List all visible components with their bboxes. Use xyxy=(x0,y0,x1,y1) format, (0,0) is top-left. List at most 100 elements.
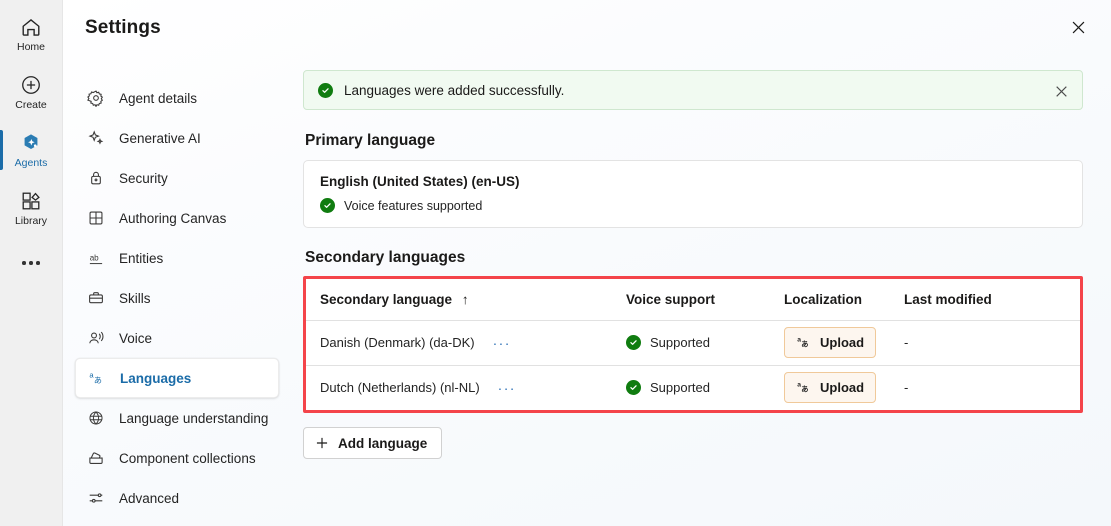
rail-item-library[interactable]: Library xyxy=(0,182,62,234)
voice-support-label: Supported xyxy=(650,335,710,350)
sidebar-item-security[interactable]: Security xyxy=(75,158,279,198)
upload-localization-button[interactable]: aあ Upload xyxy=(784,372,877,404)
sidebar-item-language-understanding[interactable]: Language understanding xyxy=(75,398,279,438)
settings-nav: Agent details Generative AI Security Aut… xyxy=(63,56,291,526)
language-name: Danish (Denmark) (da-DK) xyxy=(320,335,475,350)
sidebar-item-label: Language understanding xyxy=(119,410,269,426)
sidebar-item-label: Entities xyxy=(119,250,164,266)
globe-brain-icon xyxy=(87,409,105,427)
page-title: Settings xyxy=(85,17,161,38)
dot xyxy=(22,261,26,265)
agents-icon xyxy=(20,132,42,154)
sidebar-item-advanced[interactable]: Advanced xyxy=(75,478,279,518)
sidebar-item-label: Languages xyxy=(120,370,192,386)
plus-circle-icon xyxy=(20,74,42,96)
upload-localization-button[interactable]: aあ Upload xyxy=(784,327,877,358)
sidebar-item-label: Authoring Canvas xyxy=(119,210,227,226)
success-banner: Languages were added successfully. xyxy=(303,70,1083,110)
primary-voice-status-label: Voice features supported xyxy=(344,198,483,213)
cell-language: Dutch (Netherlands) (nl-NL) ··· xyxy=(306,365,612,410)
sidebar-item-agent-details[interactable]: Agent details xyxy=(75,78,279,118)
ab-icon: ab xyxy=(87,249,105,267)
sidebar-item-entities[interactable]: ab Entities xyxy=(75,238,279,278)
translate-icon: aあ xyxy=(796,379,812,397)
svg-text:あ: あ xyxy=(94,375,102,385)
table-row[interactable]: Danish (Denmark) (da-DK) ··· Supported a… xyxy=(306,320,1080,366)
svg-text:あ: あ xyxy=(801,384,808,393)
column-header-localization[interactable]: Localization xyxy=(770,279,890,321)
sidebar-item-label: Voice xyxy=(119,330,153,346)
add-language-button[interactable]: Add language xyxy=(303,427,443,459)
success-check-icon xyxy=(626,335,641,350)
row-more-actions-button[interactable]: ··· xyxy=(498,381,516,395)
sidebar-item-authoring-canvas[interactable]: Authoring Canvas xyxy=(75,198,279,238)
rail-item-agents[interactable]: Agents xyxy=(0,124,62,176)
sliders-icon xyxy=(87,489,105,507)
briefcase-icon xyxy=(87,289,105,307)
plus-icon xyxy=(316,437,328,449)
settings-panel: Settings Agent details Generative AI Sec… xyxy=(62,0,1111,526)
rail-item-create-label: Create xyxy=(15,98,47,111)
settings-content: Languages were added successfully. Prima… xyxy=(291,56,1111,526)
primary-language-heading: Primary language xyxy=(305,132,436,149)
lock-icon xyxy=(87,169,105,187)
dot xyxy=(36,261,40,265)
gear-icon xyxy=(87,89,105,107)
column-header-secondary-language[interactable]: Secondary language ↑ xyxy=(306,279,612,321)
last-modified-value: - xyxy=(904,335,909,350)
language-name: Dutch (Netherlands) (nl-NL) xyxy=(320,380,480,396)
table-header-row: Secondary language ↑ Voice support Local… xyxy=(306,279,1080,321)
sparkle-icon xyxy=(87,129,105,147)
dot xyxy=(29,261,33,265)
sidebar-item-label: Skills xyxy=(119,290,151,306)
settings-body: Agent details Generative AI Security Aut… xyxy=(63,56,1111,526)
cell-last-modified: - xyxy=(890,365,1080,410)
sort-ascending-icon: ↑ xyxy=(461,291,469,307)
library-icon xyxy=(20,190,42,212)
sidebar-item-generative-ai[interactable]: Generative AI xyxy=(75,118,279,158)
column-header-voice-support[interactable]: Voice support xyxy=(612,279,770,321)
success-check-icon xyxy=(320,198,335,213)
add-language-button-label: Add language xyxy=(338,435,428,451)
cell-localization: aあ Upload xyxy=(770,365,890,410)
sidebar-item-label: Generative AI xyxy=(119,130,201,146)
cell-voice-support: Supported xyxy=(612,365,770,410)
rail-overflow-button[interactable] xyxy=(0,246,62,280)
rail-item-agents-label: Agents xyxy=(14,156,48,169)
cell-voice-support: Supported xyxy=(612,320,770,366)
voice-icon xyxy=(87,329,105,347)
sidebar-item-label: Advanced xyxy=(119,490,180,506)
column-header-label: Secondary language xyxy=(320,291,453,307)
close-icon xyxy=(1055,85,1067,97)
close-settings-button[interactable] xyxy=(1061,10,1095,44)
cell-localization: aあ Upload xyxy=(770,320,890,366)
home-icon xyxy=(20,16,42,38)
upload-button-label: Upload xyxy=(820,380,865,396)
rail-item-home[interactable]: Home xyxy=(0,8,62,60)
rail-item-library-label: Library xyxy=(14,214,48,227)
app-window: Home Create Agents Library Settings Agen… xyxy=(0,0,1111,526)
last-modified-value: - xyxy=(904,380,909,396)
rail-item-create[interactable]: Create xyxy=(0,66,62,118)
sidebar-item-skills[interactable]: Skills xyxy=(75,278,279,318)
translate-icon: aあ xyxy=(796,334,812,352)
primary-language-card: English (United States) (en-US) Voice fe… xyxy=(303,160,1083,228)
sidebar-item-label: Security xyxy=(119,170,168,186)
svg-text:ab: ab xyxy=(90,254,99,263)
secondary-languages-table: Secondary language ↑ Voice support Local… xyxy=(306,279,1080,410)
cell-language: Danish (Denmark) (da-DK) ··· xyxy=(306,320,612,366)
sidebar-item-component-collections[interactable]: Component collections xyxy=(75,438,279,478)
row-more-actions-button[interactable]: ··· xyxy=(493,336,511,350)
sidebar-item-voice[interactable]: Voice xyxy=(75,318,279,358)
banner-dismiss-button[interactable] xyxy=(1048,78,1074,104)
rail-item-home-label: Home xyxy=(16,40,45,53)
grid-icon xyxy=(87,209,105,227)
sidebar-item-languages[interactable]: aあ Languages xyxy=(75,358,279,398)
success-check-icon xyxy=(318,82,333,98)
success-banner-text: Languages were added successfully. xyxy=(344,82,565,98)
upload-button-label: Upload xyxy=(820,335,865,350)
translate-icon: aあ xyxy=(88,369,106,387)
table-row[interactable]: Dutch (Netherlands) (nl-NL) ··· Supporte… xyxy=(306,365,1080,410)
sidebar-item-label: Agent details xyxy=(119,90,198,106)
column-header-last-modified[interactable]: Last modified xyxy=(890,279,1080,321)
